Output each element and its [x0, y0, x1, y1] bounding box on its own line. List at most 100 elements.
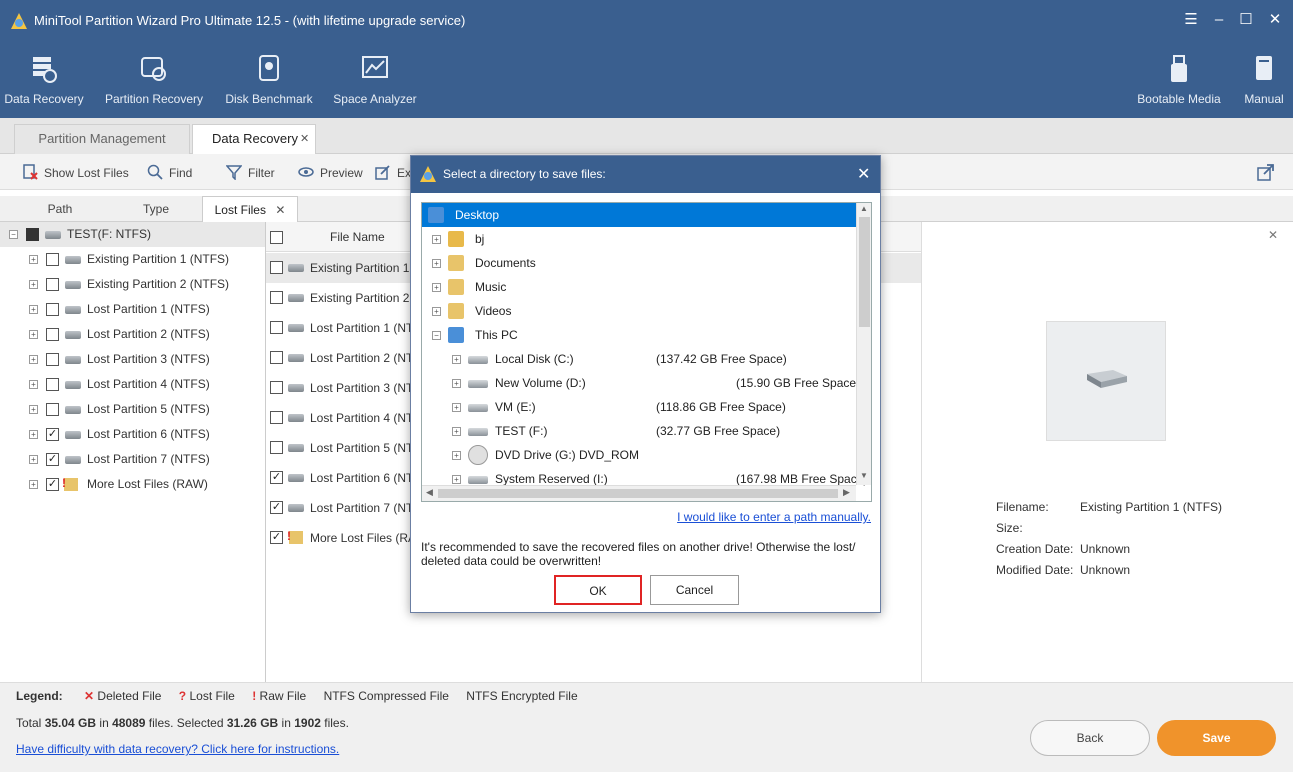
tree-item[interactable]: + Lost Partition 2 (NTFS) — [0, 322, 265, 347]
manual-path-link[interactable]: I would like to enter a path manually. — [411, 510, 871, 524]
details-close-icon[interactable]: ✕ — [1268, 228, 1278, 242]
tree-item-checkbox[interactable]: ✓ — [46, 428, 59, 441]
directory-item[interactable]: + bj — [422, 227, 856, 251]
minimize-button[interactable]: – — [1209, 10, 1229, 30]
tree-item[interactable]: + Existing Partition 1 (NTFS) — [0, 247, 265, 272]
cancel-button[interactable]: Cancel — [650, 575, 739, 605]
tab-lost-files-close-icon[interactable]: ✕ — [275, 203, 285, 217]
expand-icon[interactable]: + — [432, 283, 441, 292]
dialog-close-button[interactable]: ✕ — [857, 164, 870, 184]
vertical-scrollbar[interactable]: ▲ ▼ — [856, 203, 871, 485]
directory-item[interactable]: + New Volume (D:) (15.90 GB Free Space) — [422, 371, 860, 395]
expand-icon[interactable]: + — [432, 307, 441, 316]
row-checkbox[interactable] — [270, 411, 283, 424]
tree-item-checkbox[interactable] — [46, 378, 59, 391]
close-button[interactable]: ✕ — [1265, 10, 1285, 30]
directory-item[interactable]: + Documents — [422, 251, 856, 275]
preview-button[interactable]: Preview — [298, 164, 363, 180]
data-recovery-button[interactable]: Data Recovery — [4, 42, 84, 118]
filter-button[interactable]: Filter — [225, 164, 275, 181]
tree-item-checkbox[interactable]: ✓ — [46, 478, 59, 491]
tab-close-icon[interactable]: ✕ — [300, 125, 309, 153]
disk-benchmark-button[interactable]: Disk Benchmark — [222, 42, 316, 118]
directory-item[interactable]: Desktop — [422, 203, 856, 227]
directory-item[interactable]: + TEST (F:) (32.77 GB Free Space) — [422, 419, 856, 443]
row-checkbox[interactable]: ✓ — [270, 531, 283, 544]
tab-data-recovery[interactable]: Data Recovery ✕ — [192, 124, 316, 154]
expand-icon[interactable]: + — [29, 355, 38, 364]
expand-icon[interactable]: + — [452, 427, 461, 436]
expand-icon[interactable]: + — [29, 305, 38, 314]
tab-lost-files[interactable]: Lost Files ✕ — [202, 196, 298, 222]
tab-type[interactable]: Type — [126, 196, 186, 222]
tree-item[interactable]: + Existing Partition 2 (NTFS) — [0, 272, 265, 297]
back-button[interactable]: Back — [1030, 720, 1150, 756]
tab-partition-management[interactable]: Partition Management — [14, 124, 190, 154]
expand-icon[interactable]: + — [29, 480, 38, 489]
row-checkbox[interactable]: ✓ — [270, 471, 283, 484]
horizontal-scrollbar[interactable]: ◀ ▶ — [422, 485, 856, 501]
maximize-button[interactable]: ☐ — [1236, 10, 1256, 30]
partition-recovery-button[interactable]: Partition Recovery — [104, 42, 204, 118]
row-checkbox[interactable] — [270, 351, 283, 364]
expand-icon[interactable]: + — [452, 475, 461, 484]
expand-icon[interactable]: + — [452, 403, 461, 412]
h-scroll-thumb[interactable] — [438, 489, 838, 498]
expand-icon[interactable]: + — [29, 380, 38, 389]
tree-item[interactable]: + Lost Partition 5 (NTFS) — [0, 397, 265, 422]
select-all-checkbox[interactable] — [270, 231, 283, 244]
scroll-down-icon[interactable]: ▼ — [860, 471, 868, 480]
tree-item-checkbox[interactable] — [46, 328, 59, 341]
share-icon[interactable] — [1257, 163, 1275, 181]
row-checkbox[interactable] — [270, 321, 283, 334]
save-button[interactable]: Save — [1157, 720, 1276, 756]
find-button[interactable]: Find — [147, 164, 192, 180]
expand-icon[interactable]: + — [29, 405, 38, 414]
directory-item[interactable]: + DVD Drive (G:) DVD_ROM — [422, 443, 856, 467]
collapse-icon[interactable]: − — [432, 331, 441, 340]
tree-item[interactable]: + ✓! More Lost Files (RAW) — [0, 472, 265, 497]
scroll-right-icon[interactable]: ▶ — [843, 487, 850, 498]
space-analyzer-button[interactable]: Space Analyzer — [332, 42, 418, 118]
help-link[interactable]: Have difficulty with data recovery? Clic… — [16, 742, 339, 756]
show-lost-files-button[interactable]: Show Lost Files — [22, 164, 129, 180]
expand-icon[interactable]: + — [29, 430, 38, 439]
bootable-media-button[interactable]: Bootable Media — [1134, 42, 1224, 118]
collapse-icon[interactable]: − — [9, 230, 18, 239]
tree-item[interactable]: + ✓ Lost Partition 7 (NTFS) — [0, 447, 265, 472]
tree-item-checkbox[interactable] — [46, 353, 59, 366]
expand-icon[interactable]: + — [452, 355, 461, 364]
file-name-column[interactable]: File Name — [330, 230, 385, 244]
scroll-up-icon[interactable]: ▲ — [860, 204, 868, 213]
tree-item[interactable]: + Lost Partition 1 (NTFS) — [0, 297, 265, 322]
row-checkbox[interactable] — [270, 291, 283, 304]
expand-icon[interactable]: + — [29, 280, 38, 289]
ok-button[interactable]: OK — [554, 575, 642, 605]
expand-icon[interactable]: + — [29, 330, 38, 339]
tree-item[interactable]: + Lost Partition 4 (NTFS) — [0, 372, 265, 397]
tree-item-checkbox[interactable] — [46, 253, 59, 266]
row-checkbox[interactable] — [270, 381, 283, 394]
tree-root-checkbox[interactable] — [26, 228, 39, 241]
row-checkbox[interactable] — [270, 261, 283, 274]
directory-item[interactable]: + Videos — [422, 299, 856, 323]
tab-path[interactable]: Path — [30, 196, 90, 222]
export-button[interactable]: Ex — [375, 164, 411, 180]
tree-item[interactable]: + Lost Partition 3 (NTFS) — [0, 347, 265, 372]
tree-item[interactable]: + ✓ Lost Partition 6 (NTFS) — [0, 422, 265, 447]
expand-icon[interactable]: + — [452, 379, 461, 388]
directory-item[interactable]: + Music — [422, 275, 856, 299]
expand-icon[interactable]: + — [432, 259, 441, 268]
manual-button[interactable]: Manual — [1238, 42, 1290, 118]
tree-item-checkbox[interactable] — [46, 278, 59, 291]
row-checkbox[interactable]: ✓ — [270, 501, 283, 514]
expand-icon[interactable]: + — [29, 255, 38, 264]
directory-item[interactable]: + Local Disk (C:) (137.42 GB Free Space) — [422, 347, 856, 371]
expand-icon[interactable]: + — [452, 451, 461, 460]
expand-icon[interactable]: + — [432, 235, 441, 244]
directory-item[interactable]: + VM (E:) (118.86 GB Free Space) — [422, 395, 856, 419]
tree-item-checkbox[interactable] — [46, 403, 59, 416]
row-checkbox[interactable] — [270, 441, 283, 454]
directory-item[interactable]: − This PC — [422, 323, 856, 347]
tree-root[interactable]: − TEST(F: NTFS) — [0, 222, 265, 247]
